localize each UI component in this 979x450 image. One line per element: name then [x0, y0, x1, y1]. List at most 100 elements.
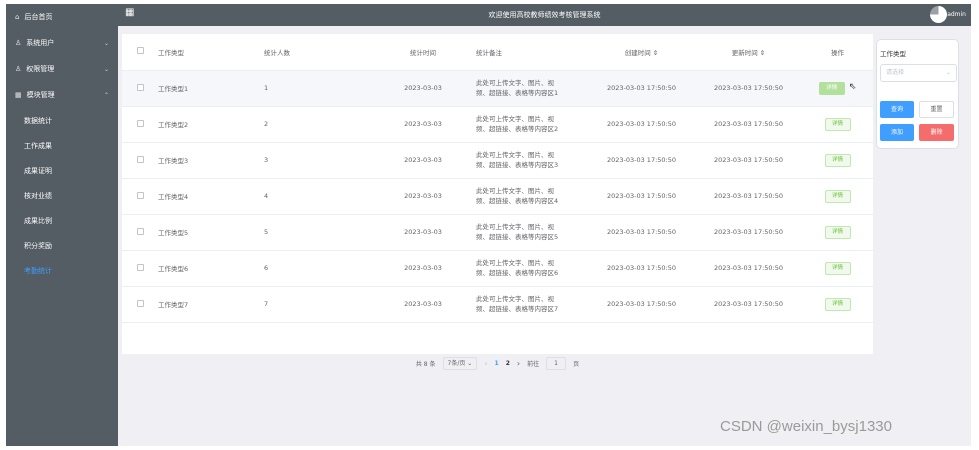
detail-button[interactable]: 详情	[824, 225, 851, 239]
table-header-row: 工作类型 统计人数 统计时间 统计备注 创建时间 ⇕ 更新时间 ⇕ 操作	[122, 34, 873, 71]
column-header-sortable[interactable]: 更新时间 ⇕	[695, 34, 802, 71]
page-unit-label: 页	[573, 360, 580, 368]
cell-actions: 详情	[802, 250, 873, 287]
main-content: 工作类型 统计人数 统计时间 统计备注 创建时间 ⇕ 更新时间 ⇕ 操作 工作类…	[118, 26, 971, 446]
mouse-cursor-icon: ⇖	[848, 81, 857, 92]
page-number[interactable]: 1	[495, 360, 499, 367]
detail-button[interactable]: 详情	[824, 153, 851, 167]
cell-stat-date: 2023-03-03	[370, 214, 476, 251]
delete-button[interactable]: 删除	[919, 124, 954, 141]
sidebar-subitem-data-stats[interactable]: 数据统计	[6, 108, 118, 133]
next-page-button[interactable]: ›	[517, 359, 520, 368]
cell-updated: 2023-03-03 17:50:50	[695, 106, 802, 143]
sidebar-subitem-attendance-stats[interactable]: 考勤统计	[6, 258, 118, 283]
cell-note: 此处可上传文字、图片、视 频、超链接、表格等内容区2	[476, 106, 588, 143]
query-button[interactable]: 查询	[880, 101, 914, 118]
detail-button[interactable]: 详情	[818, 81, 845, 95]
cell-work-type: 工作类型6	[158, 250, 264, 287]
table-row[interactable]: 工作类型3 3 2023-03-03 此处可上传文字、图片、视 频、超链接、表格等内容区…	[122, 142, 873, 179]
sidebar-item-home[interactable]: ⌂ 后台首页	[6, 4, 118, 30]
cell-count: 3	[264, 142, 370, 179]
row-select-cell[interactable]	[122, 142, 158, 179]
add-button[interactable]: 添加	[880, 124, 914, 141]
note-line: 此处可上传文字、图片、视	[476, 151, 554, 159]
row-checkbox[interactable]	[136, 299, 144, 307]
prev-page-button[interactable]: ‹	[484, 359, 487, 368]
cell-work-type: 工作类型1	[158, 70, 264, 107]
table-body: 工作类型1 1 2023-03-03 此处可上传文字、图片、视 频、超链接、表格等内容区…	[122, 70, 873, 323]
detail-button[interactable]: 详情	[824, 297, 851, 311]
reset-button[interactable]: 重置	[919, 101, 954, 118]
cell-count: 2	[264, 106, 370, 143]
detail-button[interactable]: 详情	[824, 117, 851, 131]
cell-created: 2023-03-03 17:50:50	[588, 70, 695, 107]
table-row[interactable]: 工作类型1 1 2023-03-03 此处可上传文字、图片、视 频、超链接、表格等内容区…	[122, 70, 873, 107]
avatar[interactable]	[930, 6, 947, 23]
sidebar-subitem-points-reward[interactable]: 积分奖励	[6, 233, 118, 258]
table-card: 工作类型 统计人数 统计时间 统计备注 创建时间 ⇕ 更新时间 ⇕ 操作 工作类…	[122, 34, 873, 370]
sidebar-item-label: 系统用户	[26, 39, 55, 47]
row-select-cell[interactable]	[122, 106, 158, 143]
cell-updated: 2023-03-03 17:50:50	[695, 70, 802, 107]
detail-button[interactable]: 详情	[824, 261, 851, 275]
pagination: 共 8 条 7条/页 ⌄ ‹ 1 2 › 前往 1 页	[122, 356, 873, 370]
table-row[interactable]: 工作类型4 4 2023-03-03 此处可上传文字、图片、视 频、超链接、表格等内容区…	[122, 178, 873, 215]
row-checkbox[interactable]	[136, 155, 144, 163]
row-checkbox[interactable]	[136, 263, 144, 271]
row-checkbox[interactable]	[136, 83, 144, 91]
cell-count: 5	[264, 214, 370, 251]
sidebar-item-modules[interactable]: ▦ 模块管理 ⌃	[6, 82, 118, 108]
cell-note: 此处可上传文字、图片、视 频、超链接、表格等内容区7	[476, 286, 588, 323]
row-checkbox[interactable]	[136, 191, 144, 199]
row-select-cell[interactable]	[122, 250, 158, 287]
cell-count: 4	[264, 178, 370, 215]
top-header: ▦ 欢迎使用高校教师绩效考核管理系统 admin	[118, 4, 971, 26]
cell-stat-date: 2023-03-03	[370, 178, 476, 215]
search-label: 工作类型	[880, 50, 906, 58]
cell-count: 6	[264, 250, 370, 287]
select-all-checkbox[interactable]	[136, 47, 144, 55]
column-header: 工作类型	[158, 34, 264, 71]
row-select-cell[interactable]	[122, 286, 158, 323]
sidebar-subitem-verify-performance[interactable]: 核对业绩	[6, 183, 118, 208]
sidebar-item-permissions[interactable]: ♙ 权限管理 ⌄	[6, 56, 118, 82]
page-size-select[interactable]: 7条/页 ⌄	[442, 356, 478, 370]
note-line: 频、超链接、表格等内容区3	[476, 161, 559, 169]
work-type-select[interactable]: 请选择 ⌄	[880, 64, 957, 82]
sidebar-subitem-work-results[interactable]: 工作成果	[6, 133, 118, 158]
user-icon: ♙	[15, 65, 22, 73]
chevron-down-icon: ⌄	[103, 65, 109, 73]
row-select-cell[interactable]	[122, 214, 158, 251]
cell-stat-date: 2023-03-03	[370, 142, 476, 179]
row-checkbox[interactable]	[136, 119, 144, 127]
cell-work-type: 工作类型2	[158, 106, 264, 143]
table-row[interactable]: 工作类型7 7 2023-03-03 此处可上传文字、图片、视 频、超链接、表格等内容区…	[122, 286, 873, 323]
search-panel: 工作类型 请选择 ⌄ 查询 重置 添加 删除	[876, 39, 959, 149]
select-all-cell[interactable]	[122, 34, 158, 71]
chevron-down-icon: ⌄	[103, 39, 109, 47]
detail-button[interactable]: 详情	[824, 189, 851, 203]
page-number[interactable]: 2	[506, 360, 510, 367]
row-checkbox[interactable]	[136, 227, 144, 235]
column-header: 操作	[802, 34, 873, 71]
header-username[interactable]: admin	[947, 4, 966, 26]
row-select-cell[interactable]	[122, 70, 158, 107]
chevron-down-icon: ⌄	[945, 69, 951, 76]
cell-created: 2023-03-03 17:50:50	[588, 250, 695, 287]
note-line: 频、超链接、表格等内容区4	[476, 197, 559, 205]
table-row[interactable]: 工作类型2 2 2023-03-03 此处可上传文字、图片、视 频、超链接、表格等内容区…	[122, 106, 873, 143]
sidebar-subitem-result-proof[interactable]: 成果证明	[6, 158, 118, 183]
table-row[interactable]: 工作类型5 5 2023-03-03 此处可上传文字、图片、视 频、超链接、表格等内容区…	[122, 214, 873, 251]
chevron-up-icon: ⌃	[103, 91, 109, 99]
cell-work-type: 工作类型7	[158, 286, 264, 323]
cell-created: 2023-03-03 17:50:50	[588, 142, 695, 179]
table-row[interactable]: 工作类型6 6 2023-03-03 此处可上传文字、图片、视 频、超链接、表格等内容区…	[122, 250, 873, 287]
goto-page-input[interactable]: 1	[546, 356, 567, 370]
sidebar-item-system-users[interactable]: ♙ 系统用户 ⌄	[6, 30, 118, 56]
note-line: 频、超链接、表格等内容区7	[476, 305, 559, 313]
cell-updated: 2023-03-03 17:50:50	[695, 250, 802, 287]
column-header-sortable[interactable]: 创建时间 ⇕	[588, 34, 695, 71]
sidebar-subitem-result-ratio[interactable]: 成果比例	[6, 208, 118, 233]
cell-created: 2023-03-03 17:50:50	[588, 106, 695, 143]
row-select-cell[interactable]	[122, 178, 158, 215]
